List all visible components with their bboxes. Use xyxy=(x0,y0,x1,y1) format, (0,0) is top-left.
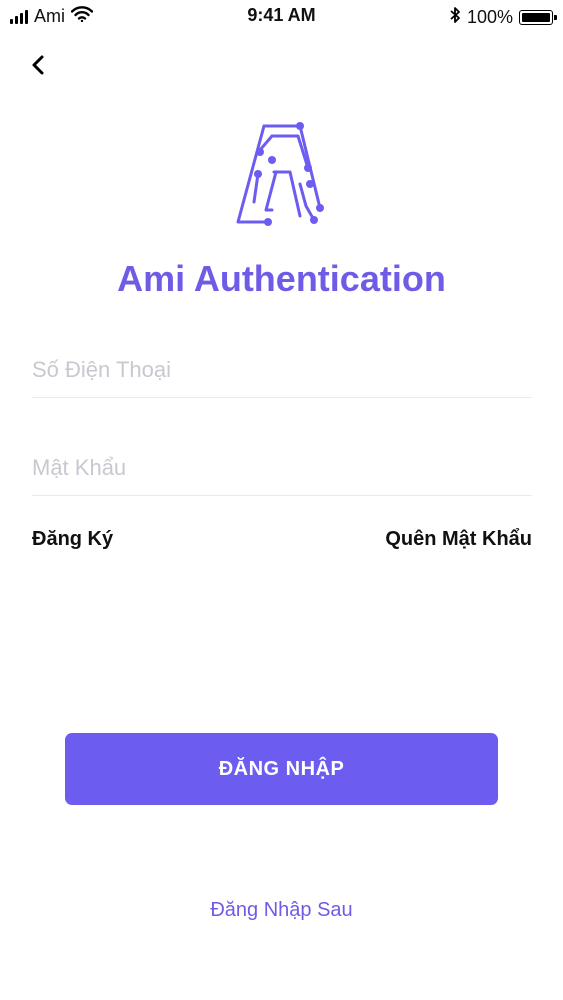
back-button[interactable] xyxy=(24,50,54,80)
password-input[interactable] xyxy=(32,426,532,495)
bluetooth-icon xyxy=(449,6,461,29)
register-link[interactable]: Đăng Ký xyxy=(32,528,113,551)
app-logo xyxy=(234,118,330,230)
battery-percent: 100% xyxy=(466,7,513,27)
status-bar: Ami 9:41 AM 100% xyxy=(0,0,563,32)
ami-logo-icon xyxy=(236,122,324,226)
login-button[interactable]: ĐĂNG NHẬP xyxy=(65,733,498,805)
login-later-link[interactable]: Đăng Nhập Sau xyxy=(0,899,563,922)
battery-icon xyxy=(519,10,557,25)
status-right: 100% xyxy=(449,6,557,29)
password-field xyxy=(32,426,532,496)
app-title: Ami Authentication xyxy=(117,258,446,299)
chevron-left-icon xyxy=(32,55,44,75)
forgot-password-link[interactable]: Quên Mật Khẩu xyxy=(385,528,532,551)
phone-field xyxy=(32,328,532,398)
phone-input[interactable] xyxy=(32,328,532,397)
